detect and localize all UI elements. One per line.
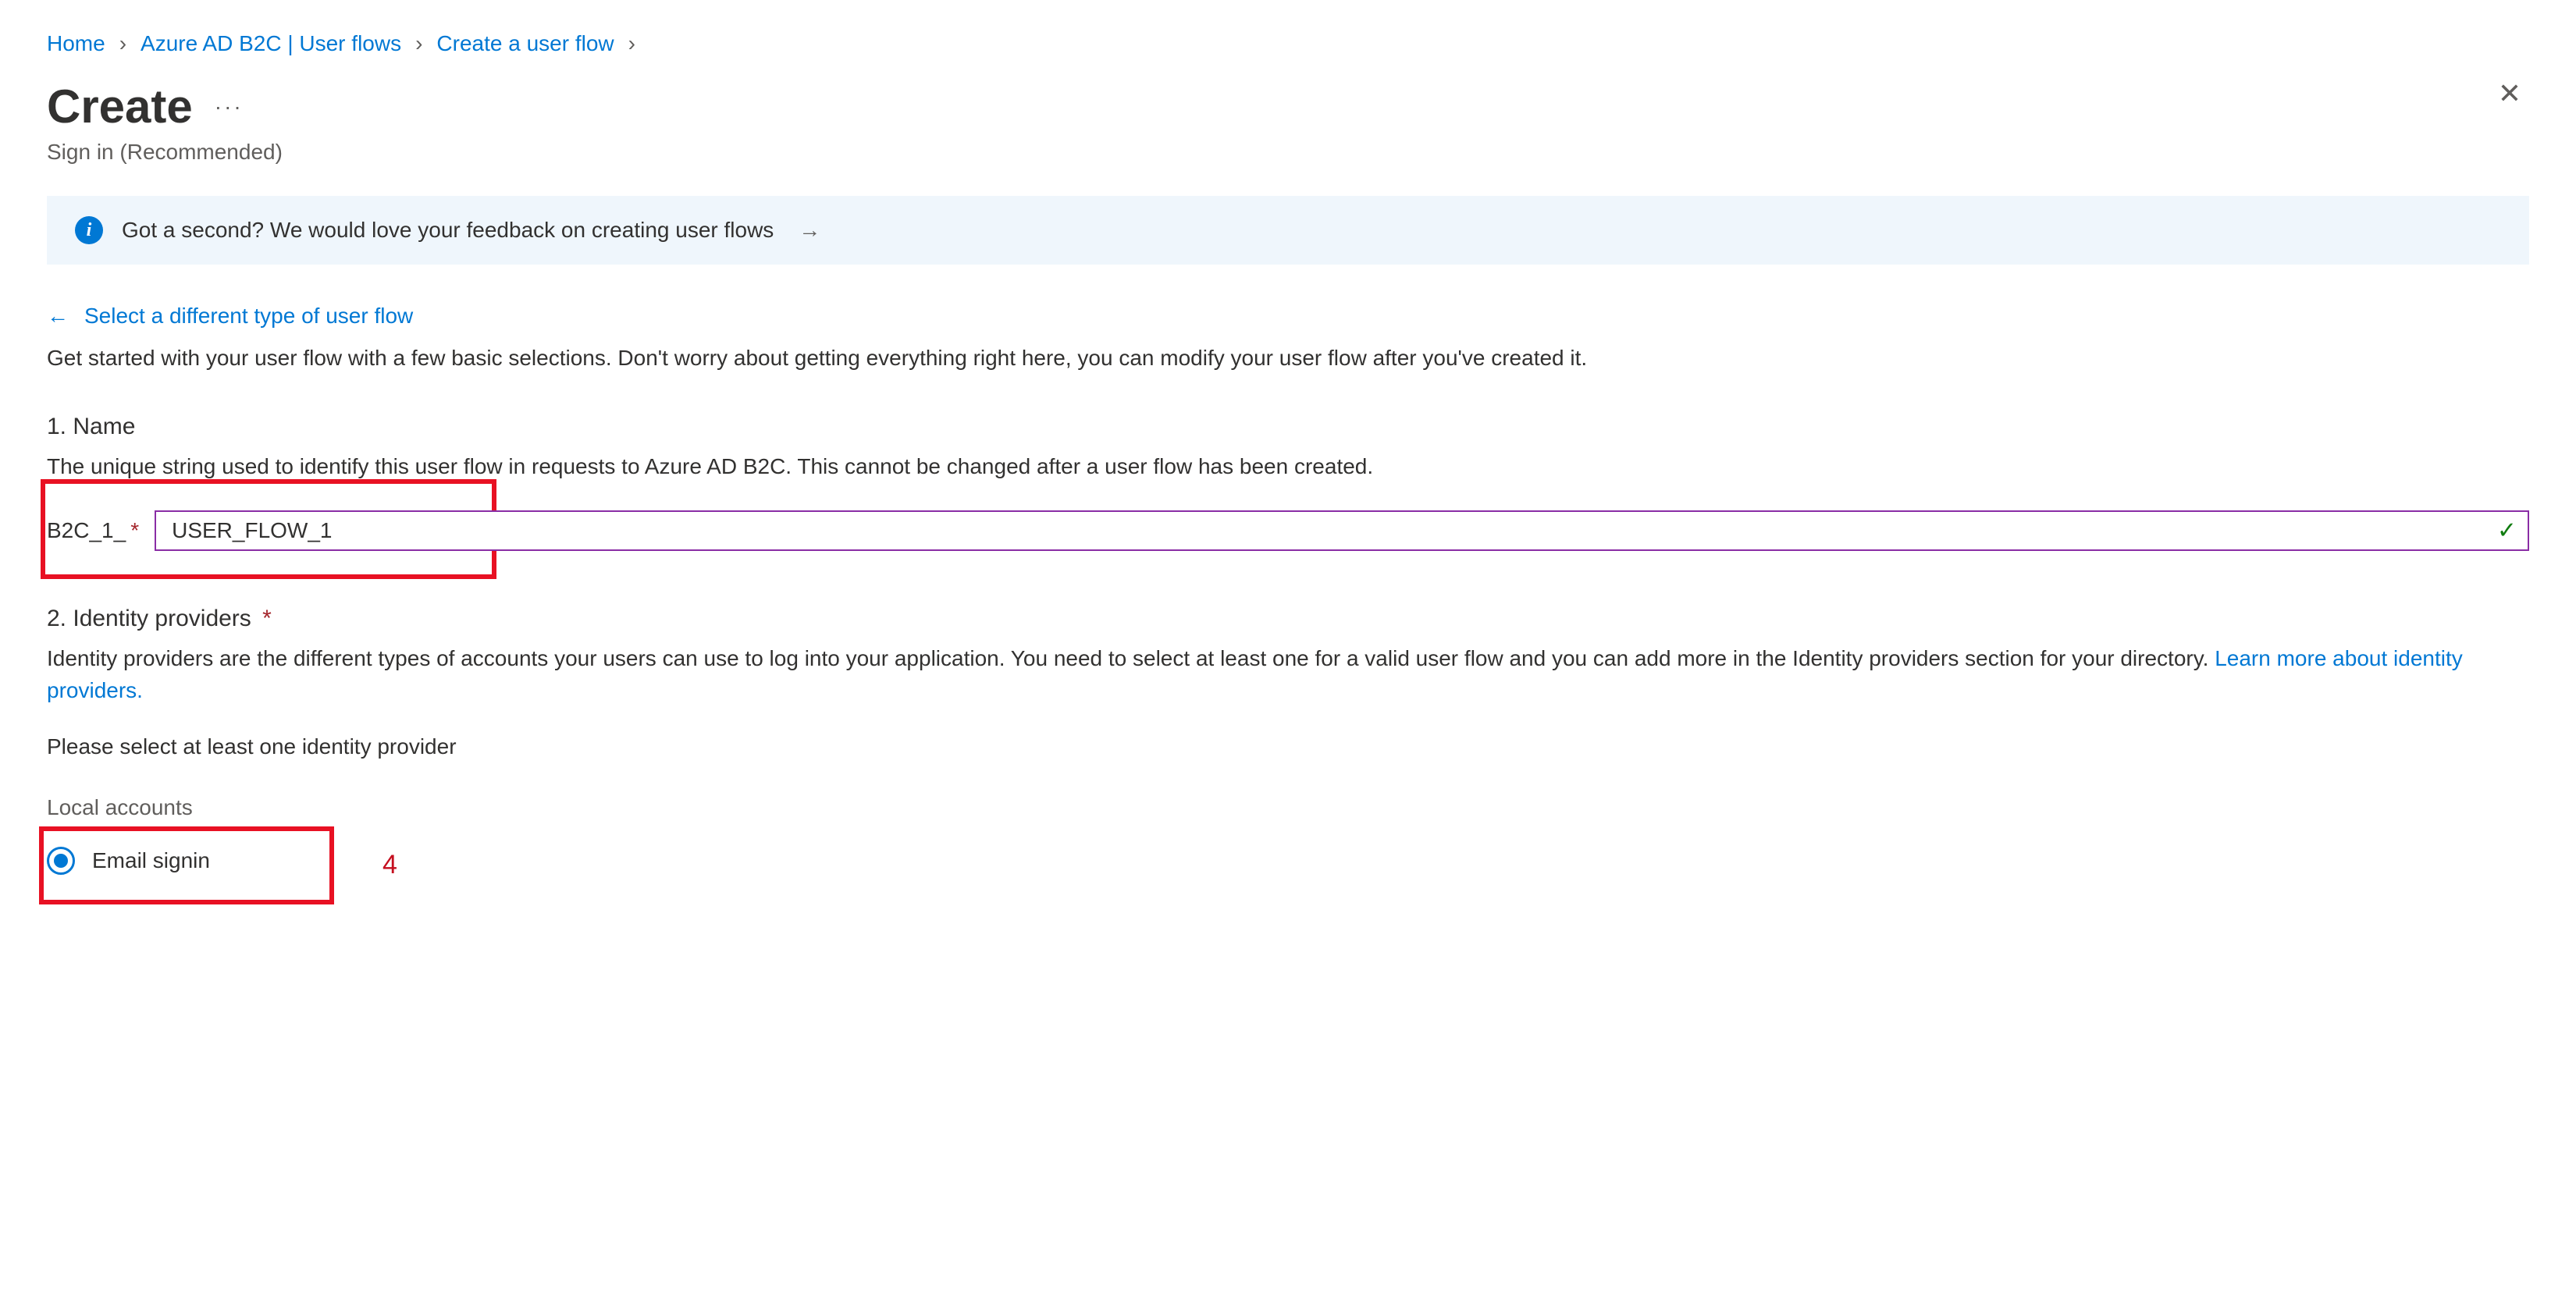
feedback-banner[interactable]: i Got a second? We would love your feedb… [47, 196, 2529, 265]
required-asterisk: * [262, 606, 272, 631]
chevron-right-icon: › [415, 31, 422, 56]
radio-icon [47, 847, 75, 875]
please-select-text: Please select at least one identity prov… [47, 734, 2529, 759]
email-signin-label: Email signin [92, 848, 210, 873]
info-icon: i [75, 216, 103, 244]
arrow-right-icon: → [799, 218, 820, 243]
more-icon[interactable]: ··· [215, 94, 244, 119]
section-name-desc: The unique string used to identify this … [47, 451, 2529, 483]
feedback-text: Got a second? We would love your feedbac… [122, 218, 774, 243]
chevron-right-icon: › [628, 31, 635, 56]
required-asterisk: * [130, 518, 139, 542]
back-link[interactable]: Select a different type of user flow [84, 304, 413, 329]
local-accounts-label: Local accounts [47, 795, 2529, 820]
close-icon[interactable]: ✕ [2490, 80, 2529, 108]
arrow-left-icon: ← [47, 304, 69, 329]
annotation-number-4: 4 [382, 850, 397, 880]
email-signin-option[interactable]: Email signin [47, 840, 210, 881]
page-title: Create [47, 80, 193, 133]
section-name-heading: 1. Name [47, 414, 2529, 440]
breadcrumb-home[interactable]: Home [47, 31, 105, 56]
breadcrumb-userflows[interactable]: Azure AD B2C | User flows [141, 31, 401, 56]
section-idp-heading: 2. Identity providers * [47, 606, 2529, 632]
name-prefix-label: B2C_1_* [47, 518, 139, 543]
userflow-name-input[interactable] [155, 510, 2529, 551]
section-idp-desc: Identity providers are the different typ… [47, 643, 2529, 706]
breadcrumb-create[interactable]: Create a user flow [436, 31, 614, 56]
page-subtitle: Sign in (Recommended) [47, 140, 2529, 165]
check-icon: ✓ [2497, 517, 2517, 545]
breadcrumbs: Home › Azure AD B2C | User flows › Creat… [47, 31, 2529, 56]
intro-text: Get started with your user flow with a f… [47, 343, 2529, 375]
chevron-right-icon: › [119, 31, 126, 56]
